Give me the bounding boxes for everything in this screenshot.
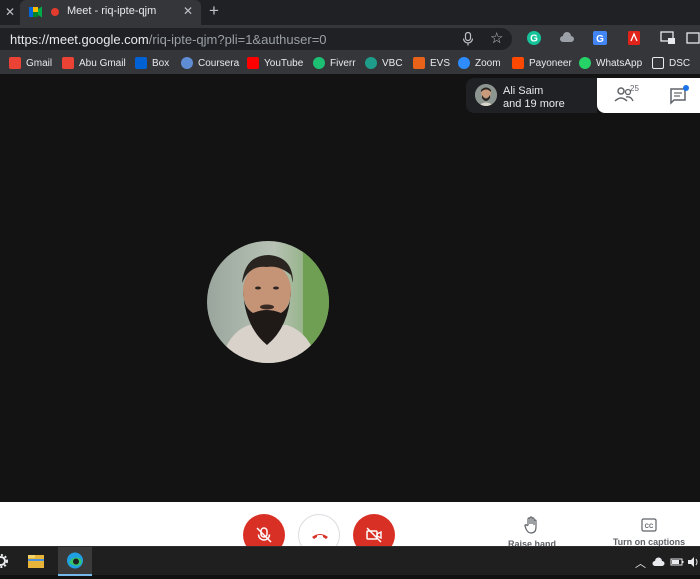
gmail-icon	[62, 57, 74, 69]
file-explorer-icon[interactable]	[22, 547, 50, 576]
bookmark-payoneer[interactable]: Payoneer	[512, 55, 572, 71]
bookmark-label: VBC	[382, 57, 403, 69]
bookmark-whatsapp[interactable]: WhatsApp	[579, 55, 642, 71]
raise-hand-icon	[524, 516, 537, 534]
chat-notification-dot	[683, 85, 689, 91]
extension-icon[interactable]	[686, 30, 700, 46]
camera-off-icon	[366, 527, 382, 543]
recording-indicator-icon	[51, 8, 59, 16]
address-bar[interactable]: https://meet.google.com/riq-ipte-qjm?pli…	[0, 28, 512, 50]
cloud-extension-icon[interactable]	[559, 30, 575, 46]
raise-hand-button[interactable]: Raise hand	[506, 516, 558, 549]
url-path: /riq-ipte-qjm?pli=1&authuser=0	[148, 32, 327, 47]
url-text[interactable]: https://meet.google.com/riq-ipte-qjm?pli…	[10, 32, 327, 47]
people-count-badge: 25	[630, 84, 639, 93]
bookmark-evs[interactable]: EVS	[413, 55, 450, 71]
box-icon	[135, 57, 147, 69]
svg-text:G: G	[530, 34, 538, 45]
bookmarks-bar: Gmail Abu Gmail Box Coursera YouTube Fiv…	[0, 52, 700, 74]
onedrive-icon[interactable]	[652, 555, 666, 569]
settings-gear-icon[interactable]	[0, 547, 10, 576]
zoom-icon	[458, 57, 470, 69]
gmail-icon	[9, 57, 21, 69]
fiverr-icon	[313, 57, 325, 69]
svg-text:G: G	[596, 34, 604, 45]
windows-taskbar: ︿	[0, 546, 700, 576]
meeting-stage: Ali Saim and 19 more 25	[0, 74, 700, 502]
page-icon	[652, 57, 664, 69]
captions-icon: CC	[641, 518, 657, 532]
browser-toolbar: https://meet.google.com/riq-ipte-qjm?pli…	[0, 25, 700, 52]
bookmark-label: Abu Gmail	[79, 57, 126, 69]
bookmark-label: DSC	[669, 57, 691, 69]
vbc-icon	[365, 57, 377, 69]
bookmark-label: Coursera	[198, 57, 240, 69]
bookmark-label: YouTube	[264, 57, 304, 69]
battery-icon[interactable]	[670, 555, 684, 569]
bookmark-label: Fiverr	[330, 57, 356, 69]
microphone-off-icon	[256, 527, 272, 543]
participant-avatar	[475, 84, 497, 106]
youtube-icon	[247, 57, 259, 69]
participant-more: and 19 more	[503, 98, 565, 110]
bookmark-abu-gmail[interactable]: Abu Gmail	[62, 55, 126, 71]
browser-tab-strip: ✕ Meet - riq-ipte-qjm ✕ +	[0, 0, 700, 25]
bookmark-zoom[interactable]: Zoom	[458, 55, 501, 71]
edge-icon	[67, 552, 83, 569]
participant-name: Ali Saim	[503, 85, 544, 97]
bookmark-label: WhatsApp	[596, 57, 643, 69]
bookmark-label: Gmail	[26, 57, 53, 69]
close-icon[interactable]: ✕	[2, 4, 18, 20]
tab-close-icon[interactable]: ✕	[181, 4, 195, 18]
bookmark-label: Zoom	[475, 57, 501, 69]
hang-up-icon	[312, 534, 328, 539]
bookmark-label: Payoneer	[529, 57, 572, 69]
meeting-controls-bar: Raise hand CC Turn on captions	[0, 502, 700, 556]
bookmark-vbc[interactable]: VBC	[365, 55, 403, 71]
edge-taskbar-button[interactable]	[58, 547, 92, 576]
tab-title: Meet - riq-ipte-qjm	[67, 5, 157, 17]
translate-extension-icon[interactable]: G	[592, 30, 608, 46]
new-tab-icon[interactable]: +	[205, 2, 223, 20]
coursera-icon	[181, 57, 193, 69]
grammarly-extension-icon[interactable]: G	[526, 30, 542, 46]
whatsapp-icon	[579, 57, 591, 69]
bookmark-gmail[interactable]: Gmail	[9, 55, 52, 71]
bookmark-label: EVS	[430, 57, 451, 69]
url-host: https://meet.google.com	[10, 32, 149, 47]
bookmark-star-icon[interactable]: ☆	[490, 31, 505, 46]
google-meet-icon	[29, 6, 42, 18]
bookmark-fiverr[interactable]: Fiverr	[313, 55, 356, 71]
side-panel-buttons: 25	[597, 78, 700, 113]
tab-meet[interactable]: Meet - riq-ipte-qjm ✕	[20, 0, 201, 25]
bookmark-box[interactable]: Box	[135, 55, 169, 71]
participant-video-avatar	[207, 241, 329, 363]
payoneer-icon	[512, 57, 524, 69]
bookmark-dsc[interactable]: DSC	[652, 55, 690, 71]
pdf-extension-icon[interactable]	[626, 30, 642, 46]
microphone-icon[interactable]	[462, 32, 474, 46]
volume-icon[interactable]	[687, 555, 700, 569]
screen-share-extension-icon[interactable]	[660, 30, 676, 46]
svg-text:CC: CC	[645, 524, 654, 530]
bookmark-label: Box	[152, 57, 170, 69]
tray-overflow-icon[interactable]: ︿	[635, 555, 646, 570]
bookmark-youtube[interactable]: YouTube	[247, 55, 303, 71]
captions-button[interactable]: CC Turn on captions	[604, 518, 694, 547]
bookmark-coursera[interactable]: Coursera	[181, 55, 239, 71]
evs-icon	[413, 57, 425, 69]
participants-chip[interactable]: Ali Saim and 19 more	[466, 78, 597, 113]
